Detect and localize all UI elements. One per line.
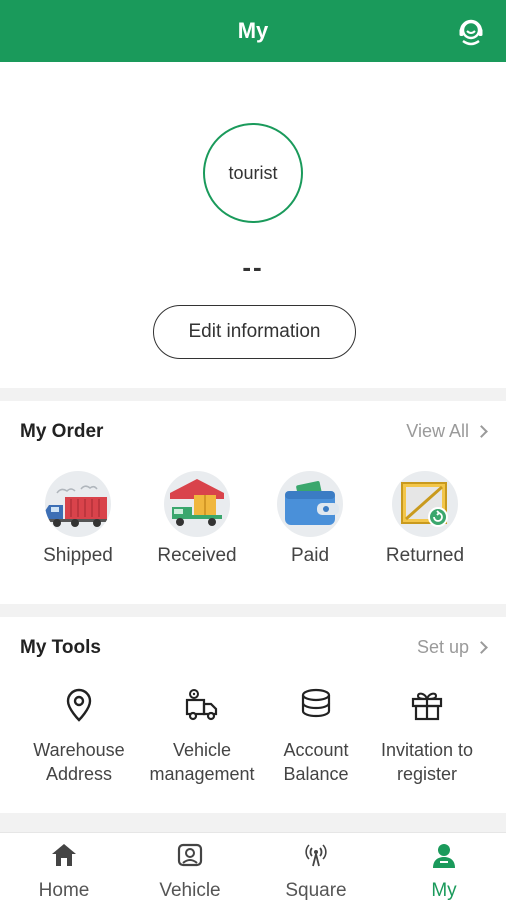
wallet-icon <box>277 471 343 537</box>
vehicle-gear-icon <box>185 689 218 721</box>
received-truck-icon <box>164 471 230 537</box>
tool-label-line1: Vehicle <box>172 740 232 760</box>
my-tools-card: My Tools Set up Warehouse Address Vehicl… <box>0 617 506 813</box>
tab-label-my: My <box>431 880 457 900</box>
order-item-shipped[interactable]: Shipped <box>23 471 133 567</box>
my-order-title: My Order <box>20 421 104 442</box>
tool-label-vehicle: Vehicle management <box>139 738 265 786</box>
tool-account-balance[interactable]: Account Balance <box>253 687 379 786</box>
home-icon <box>52 844 76 866</box>
tab-square[interactable]: Square <box>266 841 366 900</box>
headset-icon[interactable] <box>456 17 486 47</box>
set-up-link[interactable]: Set up <box>416 637 488 658</box>
chevron-right-icon <box>475 425 488 438</box>
chevron-right-icon <box>475 641 488 654</box>
avatar[interactable]: tourist <box>203 123 303 223</box>
tab-my[interactable]: My <box>394 841 494 900</box>
order-label-paid: Paid <box>290 545 330 566</box>
bottom-tab-bar: Home Vehicle Square My <box>0 832 506 900</box>
my-tools-title: My Tools <box>20 637 101 658</box>
signal-icon <box>305 844 327 867</box>
gift-icon <box>411 692 443 721</box>
tool-label-line1: Account <box>283 740 349 760</box>
user-icon <box>433 844 455 868</box>
tool-label-line1: Warehouse <box>33 740 125 760</box>
tool-label-line2: register <box>396 764 458 784</box>
tool-label-warehouse: Warehouse Address <box>16 738 142 786</box>
tool-label-line1: Invitation to <box>380 740 474 760</box>
edit-information-button[interactable]: Edit information <box>153 305 356 359</box>
return-box-icon <box>392 471 458 537</box>
location-pin-icon <box>66 688 92 722</box>
tool-label-invitation: Invitation to register <box>364 738 490 786</box>
tool-vehicle-management[interactable]: Vehicle management <box>139 687 265 786</box>
tool-label-balance: Account Balance <box>253 738 379 786</box>
set-up-label: Set up <box>416 637 469 657</box>
coins-icon <box>301 688 331 718</box>
order-item-received[interactable]: Received <box>142 471 252 567</box>
profile-section: tourist -- Edit information <box>0 62 506 388</box>
tool-label-line2: Balance <box>283 764 349 784</box>
tab-vehicle[interactable]: Vehicle <box>140 841 240 900</box>
order-item-returned[interactable]: Returned <box>370 471 480 567</box>
avatar-text: tourist <box>228 162 278 183</box>
tool-invitation[interactable]: Invitation to register <box>364 687 490 786</box>
truck-icon <box>45 471 111 537</box>
my-order-card: My Order View All Shipped Received Paid … <box>0 401 506 604</box>
page-title: My <box>237 18 269 43</box>
order-item-paid[interactable]: Paid <box>255 471 365 567</box>
tab-label-home: Home <box>38 880 90 900</box>
order-label-returned: Returned <box>385 545 465 566</box>
view-all-label: View All <box>406 421 469 441</box>
vehicle-icon <box>177 843 203 867</box>
tab-label-square: Square <box>285 880 347 900</box>
order-label-received: Received <box>157 545 237 566</box>
tool-warehouse-address[interactable]: Warehouse Address <box>16 687 142 786</box>
tab-label-vehicle: Vehicle <box>159 880 221 900</box>
tool-label-line2: management <box>149 764 255 784</box>
tab-home[interactable]: Home <box>14 841 114 900</box>
user-name: -- <box>242 252 264 282</box>
app-header: My <box>0 0 506 62</box>
order-label-shipped: Shipped <box>43 545 113 566</box>
view-all-link[interactable]: View All <box>406 421 488 442</box>
tool-label-line2: Address <box>45 764 113 784</box>
